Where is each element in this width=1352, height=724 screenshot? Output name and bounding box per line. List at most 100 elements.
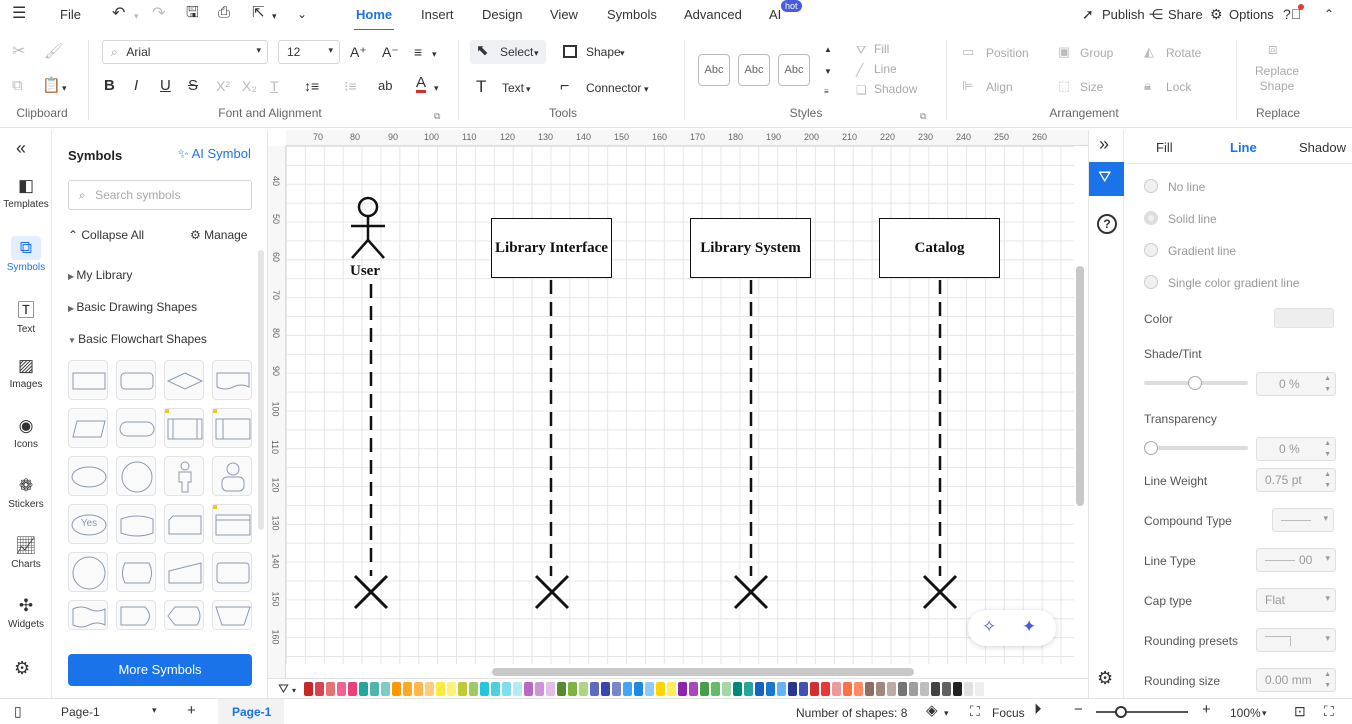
text-highlight-icon[interactable]: ab (378, 78, 392, 94)
color-swatch[interactable] (601, 682, 610, 696)
styles-scroll-up-icon[interactable]: ▲ (824, 42, 832, 58)
ellipse-shape[interactable] (68, 456, 108, 496)
collapse-ribbon-icon[interactable]: ⌃ (1324, 6, 1334, 22)
color-swatch[interactable] (557, 682, 566, 696)
nav-charts[interactable]: 📈︎ Charts (0, 536, 52, 570)
card-shape[interactable] (164, 504, 204, 544)
print-icon[interactable]: ⎙ (218, 5, 230, 21)
shadow-icon[interactable]: ❏ (856, 82, 867, 98)
tab-home[interactable]: Home (353, 7, 395, 31)
publish-button[interactable]: Publish (1102, 7, 1145, 22)
color-swatch[interactable] (469, 682, 478, 696)
predefined-process-shape[interactable] (164, 408, 204, 448)
style-preset-3[interactable]: Abc (778, 54, 810, 86)
help-circle-icon[interactable]: ? (1097, 214, 1117, 234)
paste-icon[interactable]: 📋 (42, 78, 61, 94)
no-line-radio[interactable] (1144, 179, 1158, 193)
color-swatch[interactable] (799, 682, 808, 696)
actor-stick-figure[interactable] (348, 194, 390, 260)
styles-scroll-down-icon[interactable]: ▼ (824, 64, 832, 80)
more-symbols-button[interactable]: More Symbols (68, 654, 252, 686)
rounding-size-input[interactable]: 0.00 mm ▲ ▼ (1256, 668, 1336, 692)
fullscreen-icon[interactable]: ⛶ (1324, 703, 1334, 719)
color-swatch[interactable] (788, 682, 797, 696)
color-swatch[interactable] (865, 682, 874, 696)
styles-settings-icon[interactable]: ⧉ (920, 108, 926, 124)
magic-wand-icon[interactable]: ✧ (982, 618, 996, 635)
copy-icon[interactable]: ⧉ (12, 78, 23, 94)
font-color-dropdown-icon[interactable]: ▾ (434, 80, 439, 96)
connector-circle-shape[interactable] (68, 552, 108, 592)
transparency-slider-track[interactable] (1144, 446, 1248, 450)
transparency-value-input[interactable]: 0 % ▲ ▼ (1256, 437, 1336, 461)
direct-data-shape[interactable] (116, 552, 156, 592)
replace-shape-button[interactable]: Replace Shape (1250, 64, 1304, 94)
color-swatch[interactable] (623, 682, 632, 696)
more-dropdown-icon[interactable]: ⌄ (297, 6, 307, 22)
category-my-library[interactable]: ▶ My Library (68, 268, 132, 282)
tab-fill[interactable]: Fill (1156, 140, 1173, 155)
italic-icon[interactable]: I (134, 78, 138, 94)
menu-icon[interactable]: ☰ (12, 6, 26, 22)
cap-type-select[interactable]: Flat ▾ (1256, 588, 1336, 612)
stored-data-shape[interactable] (212, 408, 252, 448)
actor-label[interactable]: User (350, 263, 380, 280)
color-swatch[interactable] (898, 682, 907, 696)
rounded-rect-shape[interactable] (212, 552, 252, 592)
horizontal-scrollbar[interactable] (492, 668, 914, 676)
lifeline-library-system[interactable] (748, 278, 754, 580)
page-select[interactable]: Page-1 ▾ (52, 701, 164, 721)
format-painter-icon[interactable]: 🖌 (44, 44, 63, 60)
destroy-mark-catalog[interactable] (922, 574, 958, 610)
page-tab-active[interactable]: Page-1 (218, 699, 284, 724)
color-swatch[interactable] (777, 682, 786, 696)
color-swatch[interactable] (832, 682, 841, 696)
redo-icon[interactable]: ↷ (152, 6, 165, 22)
manual-input-shape[interactable] (164, 552, 204, 592)
color-swatch[interactable] (381, 682, 390, 696)
category-basic-flowchart[interactable]: ▼ Basic Flowchart Shapes (68, 332, 207, 346)
shade-slider-thumb[interactable] (1188, 376, 1202, 390)
fill-icon[interactable]: ⛛ (856, 42, 866, 58)
circle-shape[interactable] (116, 456, 156, 496)
color-swatch[interactable] (887, 682, 896, 696)
subscript-icon[interactable]: X₂ (242, 78, 257, 94)
zoom-level[interactable]: 100% (1230, 706, 1261, 720)
color-swatch[interactable] (931, 682, 940, 696)
font-family-select[interactable]: ⌕ Arial ▾ (102, 40, 268, 64)
color-swatch[interactable] (392, 682, 401, 696)
document-shape[interactable] (212, 360, 252, 400)
tab-view[interactable]: View (550, 7, 578, 22)
shape-button[interactable]: Shape ▾ (560, 40, 640, 64)
color-swatch[interactable] (590, 682, 599, 696)
underline-icon[interactable]: U (160, 78, 171, 94)
nav-text[interactable]: 🅃 Text (0, 296, 52, 335)
user-shape[interactable] (212, 456, 252, 496)
group-icon[interactable]: ▣ (1058, 44, 1070, 60)
tab-insert[interactable]: Insert (421, 7, 454, 22)
rounded-process-shape[interactable] (116, 360, 156, 400)
share-button[interactable]: Share (1168, 7, 1203, 22)
select-button[interactable]: ⬉ Select ▾ (470, 40, 546, 64)
tab-symbols[interactable]: Symbols (607, 7, 657, 22)
panel-toggle-icon[interactable]: ▯ (14, 703, 22, 719)
color-swatch[interactable] (667, 682, 676, 696)
ai-sparkle-icon[interactable]: ✦ (1022, 618, 1036, 635)
lifeline-user[interactable] (368, 280, 374, 580)
export-dropdown-icon[interactable]: ▾ (272, 8, 277, 24)
transparency-slider-thumb[interactable] (1144, 441, 1158, 455)
options-button[interactable]: Options (1229, 7, 1274, 22)
color-swatch[interactable] (854, 682, 863, 696)
lifeline-box-library-system[interactable]: Library System (690, 218, 811, 278)
play-icon[interactable]: ⏵ (1034, 702, 1042, 718)
shadow-label[interactable]: Shadow (874, 82, 917, 96)
color-swatch[interactable] (942, 682, 951, 696)
color-swatch[interactable] (315, 682, 324, 696)
color-swatch[interactable] (755, 682, 764, 696)
replace-shape-icon[interactable]: ⧈ (1268, 42, 1278, 58)
lifeline-box-catalog[interactable]: Catalog (879, 218, 1000, 278)
color-swatch[interactable] (722, 682, 731, 696)
solid-line-radio[interactable] (1144, 211, 1158, 225)
nav-stickers[interactable]: ❁ Stickers (0, 476, 52, 510)
color-swatch[interactable] (689, 682, 698, 696)
